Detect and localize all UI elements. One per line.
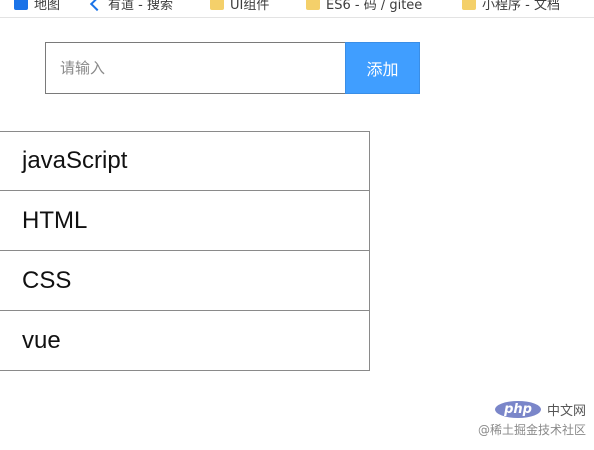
bookmark-youdao[interactable]: 有道 - 搜索 xyxy=(89,0,173,13)
bookmark-es6[interactable]: ES6 - 码 / gitee xyxy=(306,0,422,13)
folder-icon xyxy=(306,0,320,10)
bookmark-label: UI组件 xyxy=(230,0,270,13)
php-logo: php xyxy=(495,401,541,418)
folder-icon xyxy=(210,0,224,10)
watermark: php 中文网 @稀土掘金技术社区 xyxy=(478,400,586,438)
bookmark-miniprogram[interactable]: 小程序 - 文档 xyxy=(462,0,560,13)
back-arrow-icon xyxy=(89,0,105,11)
watermark-credit: @稀土掘金技术社区 xyxy=(477,423,586,437)
list-item: vue xyxy=(0,311,370,371)
list-item: HTML xyxy=(0,191,370,251)
watermark-brand: php 中文网 xyxy=(495,400,586,419)
item-list: javaScript HTML CSS vue xyxy=(0,131,370,371)
list-item: CSS xyxy=(0,251,370,311)
bookmark-map[interactable]: 地图 xyxy=(14,0,60,13)
list-item: javaScript xyxy=(0,131,370,191)
bookmark-label: 有道 - 搜索 xyxy=(108,0,173,13)
bookmarks-bar: 地图 有道 - 搜索 UI组件 ES6 - 码 / gitee 小程序 - 文档 xyxy=(0,0,594,18)
item-input[interactable] xyxy=(45,42,345,94)
watermark-site: 中文网 xyxy=(546,404,586,419)
bookmark-label: 小程序 - 文档 xyxy=(482,0,560,13)
bookmark-label: ES6 - 码 / gitee xyxy=(326,0,423,13)
bookmark-label: 地图 xyxy=(34,0,61,13)
bookmark-ui-components[interactable]: UI组件 xyxy=(210,0,269,13)
folder-icon xyxy=(462,0,476,10)
add-button[interactable]: 添加 xyxy=(345,42,420,94)
map-icon xyxy=(14,0,28,10)
add-item-form: 添加 xyxy=(45,42,420,94)
